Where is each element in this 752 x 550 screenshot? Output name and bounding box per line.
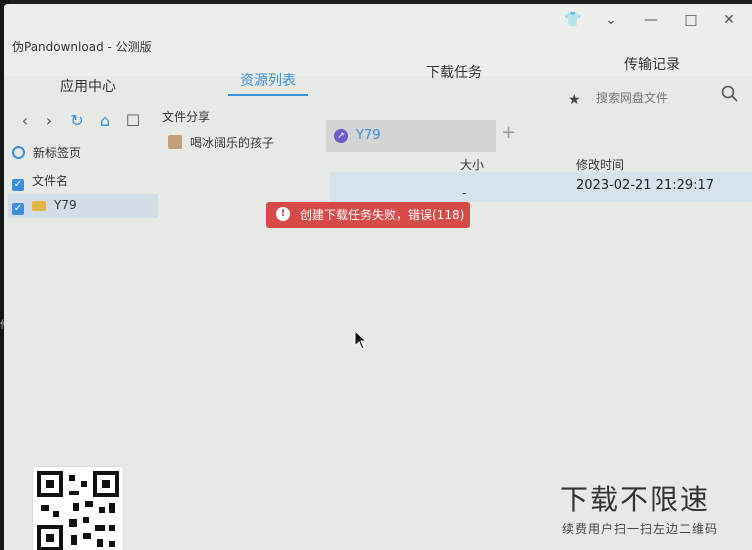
link-icon: ↗ (334, 129, 348, 143)
tab-transfer-records[interactable]: 传输记录 (624, 54, 680, 74)
add-tab-icon[interactable]: + (501, 122, 516, 143)
error-icon: ! (276, 207, 290, 221)
promo-subtitle: 续费用户扫一扫左边二维码 (562, 522, 719, 536)
path-tab[interactable]: ↗ Y79 (326, 120, 496, 152)
maximize-icon[interactable]: □ (680, 10, 702, 30)
file-share-label[interactable]: 文件分享 (162, 108, 210, 125)
checkbox-icon[interactable]: ✓ (12, 203, 24, 215)
minimize-icon[interactable]: — (640, 10, 662, 30)
close-icon[interactable]: ✕ (718, 10, 740, 30)
promo-title: 下载不限速 (560, 483, 711, 516)
app-window: 伪Pandownload - 公测版 👕 ⌄ — □ ✕ 应用中心 资源列表 下… (4, 4, 752, 550)
tab-download-tasks[interactable]: 下载任务 (426, 62, 482, 82)
chevron-down-icon[interactable]: ⌄ (600, 10, 622, 30)
row-size: - (462, 186, 467, 200)
search-input[interactable] (594, 86, 718, 110)
search-icon[interactable] (720, 84, 740, 104)
column-header-size[interactable]: 大小 (460, 156, 484, 173)
mouse-cursor-icon (354, 330, 368, 350)
active-tab-indicator (228, 94, 308, 96)
sidebar-item-y79[interactable]: ✓ Y79 (12, 198, 77, 215)
tab-app-center[interactable]: 应用中心 (60, 76, 116, 96)
app-title: 伪Pandownload - 公测版 (12, 40, 152, 54)
row-modified-time: 2023-02-21 21:29:17 (576, 178, 715, 193)
qr-code-icon (32, 466, 124, 550)
new-folder-icon[interactable]: ☐ (124, 112, 142, 130)
column-header-modified[interactable]: 修改时间 (576, 156, 624, 173)
error-toast: ! 创建下载任务失败，错误(118) (266, 202, 470, 228)
shirt-icon[interactable]: 👕 (562, 10, 584, 30)
sidebar-item-new-tab[interactable]: 新标签页 (12, 144, 81, 161)
refresh-icon[interactable]: ↻ (68, 112, 86, 130)
folder-icon (32, 201, 46, 211)
circle-icon (12, 146, 25, 159)
sidebar-item-filename[interactable]: ✓ 文件名 (12, 172, 68, 191)
chevron-left-icon[interactable]: ‹ (16, 112, 34, 130)
file-share-item[interactable]: 喝冰阔乐的孩子 (168, 134, 274, 151)
chevron-right-icon[interactable]: › (40, 112, 58, 130)
checkbox-icon[interactable]: ✓ (12, 179, 24, 191)
home-icon[interactable]: ⌂ (96, 112, 114, 130)
tab-resource-list[interactable]: 资源列表 (240, 70, 296, 90)
star-icon[interactable]: ★ (568, 92, 581, 108)
avatar (168, 135, 182, 149)
